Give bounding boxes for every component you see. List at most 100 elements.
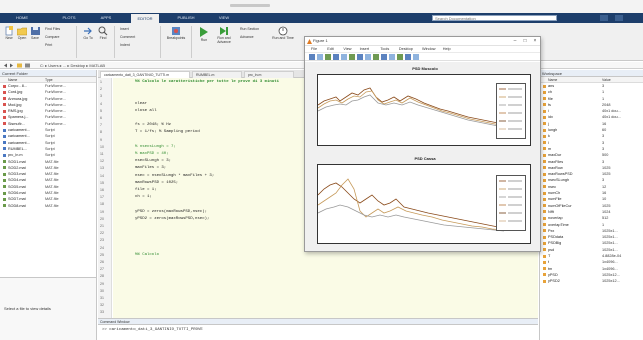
print-button[interactable]: Print [45,43,52,47]
save-icon[interactable] [325,54,331,60]
help-search-box[interactable] [432,15,557,21]
new-file-icon [5,26,13,36]
figure-menu-item[interactable]: Insert [360,47,370,51]
folder-path[interactable]: C: ▸ Users ▸ ... ▸ Desktop ▸ MATLAB [40,63,105,68]
indent-button[interactable]: Indent [120,43,130,47]
details-panel: Select a file to view details [0,277,96,340]
current-folder-panel: Current Folder Name Type Corpo - 8... Fun… [0,70,97,340]
variable-row[interactable]: yPSD2 1025x12... [540,278,643,284]
open-icon[interactable] [317,54,323,60]
variable-icon [543,235,546,239]
zoom-in-icon[interactable] [349,54,355,60]
editor-tab-rumbel[interactable]: RUMBEL.m [192,71,242,78]
tab-apps[interactable]: APPS [96,15,116,21]
command-prompt[interactable]: >> caricamento_dati_3_GANTINIO_TUTTI_PRO… [102,328,203,332]
run-button[interactable]: Run [197,26,211,42]
run-and-advance-button[interactable]: Run and Advance [213,26,235,44]
link-icon[interactable] [397,54,403,60]
nav-arrows-icon[interactable] [3,63,33,68]
variable-icon [543,134,546,138]
new-figure-icon[interactable] [309,54,315,60]
title-bar [0,0,643,13]
file-type: MAT-file [45,203,59,208]
line-number: 4 [100,101,102,106]
print-icon[interactable] [333,54,339,60]
figure-menu-item[interactable]: Window [422,47,436,51]
plot2-legend[interactable] [496,175,526,231]
command-window[interactable]: Command Window >> caricamento_dati_3_GAN… [98,318,538,340]
code-line: maxFiles = 3; [135,166,167,171]
ribbon-separator [160,26,161,58]
data-cursor-icon[interactable] [381,54,387,60]
run-and-time-button[interactable]: Run and Time [272,26,294,40]
help-icon[interactable] [615,15,623,21]
editor-tab-prcln[interactable]: prc_ln.m [244,71,294,78]
figure-canvas: PSD Muscolo PSD Cassa [305,62,540,251]
pointer-icon[interactable] [341,54,347,60]
legend-icon[interactable] [413,54,419,60]
search-input[interactable] [433,16,556,21]
figure-menu-item[interactable]: Tools [380,47,389,51]
file-row[interactable]: SOD8.mat MAT-file [0,203,96,209]
ribbon-separator [191,26,192,58]
figure-title-bar[interactable]: Figure 1 – □ × [305,37,540,46]
line-number: 25 [100,252,104,257]
variable-icon [543,153,546,157]
editor-tab-main[interactable]: caricamento_dati_3_GANTINIO_TUTTI.m [100,71,190,78]
find-label: Find [99,36,107,40]
find-button[interactable]: Find [97,26,109,40]
tab-view[interactable]: VIEW [214,15,234,21]
breakpoints-button[interactable]: Breakpoints [165,26,187,40]
colorbar-icon[interactable] [405,54,411,60]
find-files-button[interactable]: Find Files [45,27,60,31]
minimize-icon[interactable]: – [511,38,519,44]
figure-menu-item[interactable]: Edit [327,47,334,51]
insert-button[interactable]: Insert [120,27,129,31]
zoom-out-icon[interactable] [357,54,363,60]
panel-header: Current Folder [0,70,96,77]
notification-icon[interactable] [600,15,608,21]
figure-window[interactable]: Figure 1 – □ × File Edit View Insert Tools De… [304,36,541,252]
line-number: 24 [100,245,104,250]
brush-icon[interactable] [389,54,395,60]
plot1-axes[interactable] [317,74,531,146]
pan-icon[interactable] [365,54,371,60]
code-line: yPSD = zeros(maxRowsPSD,nsec); [135,209,208,214]
run-advance-label: Run and Advance [217,36,231,44]
tab-plots[interactable]: PLOTS [58,15,80,21]
file-type-icon [3,97,6,101]
tab-home[interactable]: HOME [10,15,34,21]
code-line: nsec = nsecSLungh * maxFiles + 3; [135,173,215,178]
run-section-button[interactable]: Run Section [240,27,259,31]
tab-publish[interactable]: PUBLISH [173,15,199,21]
variable-icon [543,84,546,88]
file-list: Corpo - 8... FunWorne... Cord.jpg FunWorne.… [0,83,96,209]
plot2-axes[interactable] [317,164,531,244]
rotate-icon[interactable] [373,54,379,60]
figure-menu-item[interactable]: Desktop [399,47,413,51]
close-icon[interactable]: × [531,38,539,44]
go-to-button[interactable]: Go To [82,26,94,40]
magnifier-icon [98,26,108,36]
maximize-icon[interactable]: □ [521,38,529,44]
line-number: 3 [100,94,102,99]
compare-button[interactable]: Compare [45,35,59,39]
line-number: 13 [100,166,104,171]
save-button[interactable]: Save [30,26,40,40]
open-button[interactable]: Open [17,26,27,40]
file-type-icon [3,204,6,208]
variable-icon [543,97,546,101]
comment-button[interactable]: Comment [120,35,135,39]
figure-menu-item[interactable]: File [311,47,317,51]
breakpoint-icon [172,27,180,35]
figure-menu-item[interactable]: Help [443,47,451,51]
advance-button[interactable]: Advance [240,35,254,39]
plot1-legend[interactable] [496,83,526,139]
new-button[interactable]: New [4,26,14,40]
variable-icon [543,279,546,283]
figure-menu-item[interactable]: View [343,47,351,51]
tab-editor[interactable]: EDITOR [131,14,159,23]
code-line: % maxPSD = 40; [135,152,169,156]
legend-entries [499,180,522,222]
variable-icon [543,267,546,271]
